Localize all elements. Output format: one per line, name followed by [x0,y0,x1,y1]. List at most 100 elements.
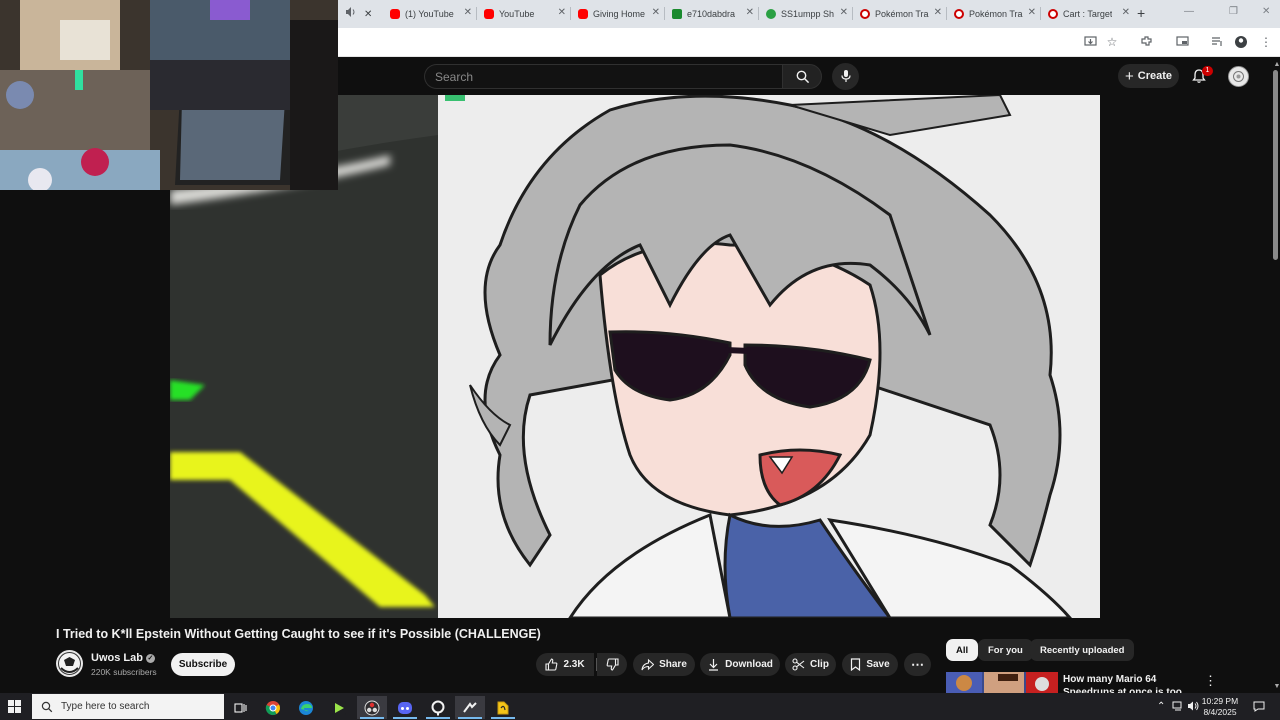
recommendation-title[interactable]: How many Mario 64 Speedruns at once is t… [1063,673,1203,693]
tab-youtube-2[interactable]: YouTube ✕ [484,4,566,24]
search-input[interactable] [425,65,782,88]
tab-close-icon[interactable]: ✕ [558,7,566,18]
save-label: Save [866,659,890,670]
tab-ss1umpp[interactable]: SS1umpp Sh ✕ [766,4,848,24]
microphone-icon [841,70,851,82]
new-tab-plus-icon[interactable]: + [1137,5,1145,21]
recommendation-thumbnail[interactable] [946,672,1058,693]
chip-all[interactable]: All [946,639,979,661]
share-label: Share [659,659,687,670]
channel-avatar[interactable] [56,650,83,677]
restore-icon[interactable]: ❐ [1229,6,1238,17]
tab-close-icon[interactable]: ✕ [1028,7,1036,18]
more-actions-button[interactable]: ⋯ [904,653,931,676]
game-launcher-app-icon[interactable] [324,696,354,719]
plus-icon: + [1124,67,1134,85]
speaker-icon[interactable] [344,6,358,20]
share-button[interactable]: Share [633,653,695,676]
taskbar-search-input[interactable] [61,701,221,712]
install-app-icon[interactable] [1083,35,1097,49]
tab-separator [852,7,853,20]
search-button[interactable] [782,64,822,89]
folder-app-icon[interactable] [488,696,518,719]
tab-label: Cart : Target [1063,9,1113,19]
thumbs-down-icon [606,658,619,671]
tab-label: YouTube [499,9,535,19]
recommendation-menu-icon[interactable]: ⋮ [1204,673,1217,689]
tab-close-icon[interactable]: ✕ [364,4,372,24]
bookmark-star-icon[interactable]: ☆ [1105,35,1119,49]
tab-e710[interactable]: e710dabdra ✕ [672,4,754,24]
screen: ✕ (1) YouTube ✕ YouTube ✕ Giving Home ✕ … [0,0,1280,720]
taskbar-clock[interactable]: 10:29 PM 8/4/2025 [1198,696,1242,718]
subscribe-button[interactable]: Subscribe [171,653,235,676]
tab-cart-target[interactable]: Cart : Target ✕ [1048,4,1130,24]
tab-separator [758,7,759,20]
page-scrollbar-thumb[interactable] [1273,70,1278,260]
scissors-icon [792,658,805,671]
search-icon [41,701,53,712]
task-view-icon[interactable] [225,696,255,719]
profile-icon[interactable] [1234,35,1248,49]
chip-recently-uploaded[interactable]: Recently uploaded [1030,639,1135,661]
chrome-app-icon[interactable] [258,696,288,719]
windows-start-icon[interactable] [8,700,21,713]
minimize-icon[interactable]: — [1184,6,1194,17]
scroll-up-arrow-icon[interactable]: ▲ [1270,58,1280,72]
circle-app-icon[interactable] [423,696,453,719]
tab-label: Giving Home [593,9,646,19]
video-title: I Tried to K*ll Epstein Without Getting … [56,627,541,641]
channel-subscriber-count: 220K subscribers [91,667,157,677]
scroll-down-arrow-icon[interactable]: ▼ [1270,680,1280,694]
browser-menu-icon[interactable]: ⋮ [1259,35,1273,49]
edge-app-icon[interactable] [291,696,321,719]
create-button[interactable]: + Create [1118,64,1179,88]
like-count: 2.3K [563,659,585,670]
youtube-header: + Create 1 [338,57,1280,95]
cast-icon[interactable] [1175,35,1189,49]
channel-name-text: Uwos Lab [91,652,143,664]
tab-close-icon[interactable]: ✕ [934,7,942,18]
tab-close-icon[interactable]: ✕ [1122,7,1130,18]
tab-separator [1040,7,1041,20]
thumbs-up-icon [545,658,558,671]
channel-name[interactable]: Uwos Lab ✓ [91,652,155,664]
tab-youtube-1[interactable]: (1) YouTube ✕ [390,4,472,24]
clock-date: 8/4/2025 [1203,707,1237,717]
taskbar-search-box[interactable] [32,694,224,719]
account-avatar[interactable] [1228,66,1249,87]
tab-close-icon[interactable]: ✕ [840,7,848,18]
verified-check-icon: ✓ [145,654,155,663]
network-icon[interactable] [1172,701,1184,714]
tray-expand-icon[interactable]: ⌃ [1157,701,1165,712]
share-arrow-icon [641,658,655,671]
tab-separator [476,7,477,20]
discord-app-icon[interactable] [390,696,420,719]
tab-close-icon[interactable]: ✕ [464,7,472,18]
tab-giving-home[interactable]: Giving Home ✕ [578,4,660,24]
media-controls-icon[interactable] [1210,35,1224,49]
green-x-favicon-icon [766,9,776,19]
dislike-button[interactable] [597,653,627,676]
tab-close-icon[interactable]: ✕ [652,7,660,18]
download-label: Download [725,659,773,670]
close-window-icon[interactable]: ✕ [1262,6,1270,17]
extensions-icon[interactable] [1139,35,1153,49]
obs-app-icon[interactable] [357,696,387,719]
tab-pokemon-1[interactable]: Pokémon Tra ✕ [860,4,942,24]
search-box [424,64,782,89]
download-button[interactable]: Download [700,653,780,676]
voice-search-button[interactable] [832,63,859,90]
tab-close-icon[interactable]: ✕ [746,7,754,18]
like-button[interactable]: 2.3K [536,653,594,676]
tab-label: e710dabdra [687,9,736,19]
clip-label: Clip [810,659,829,670]
more-horizontal-icon: ⋯ [911,656,924,672]
notification-center-icon[interactable] [1253,701,1265,715]
steam-app-icon[interactable] [455,696,485,719]
tab-label: SS1umpp Sh [781,9,835,19]
clip-button[interactable]: Clip [785,653,836,676]
chip-for-you[interactable]: For you [978,639,1033,661]
save-button[interactable]: Save [842,653,898,676]
tab-pokemon-2[interactable]: Pokémon Tra ✕ [954,4,1036,24]
